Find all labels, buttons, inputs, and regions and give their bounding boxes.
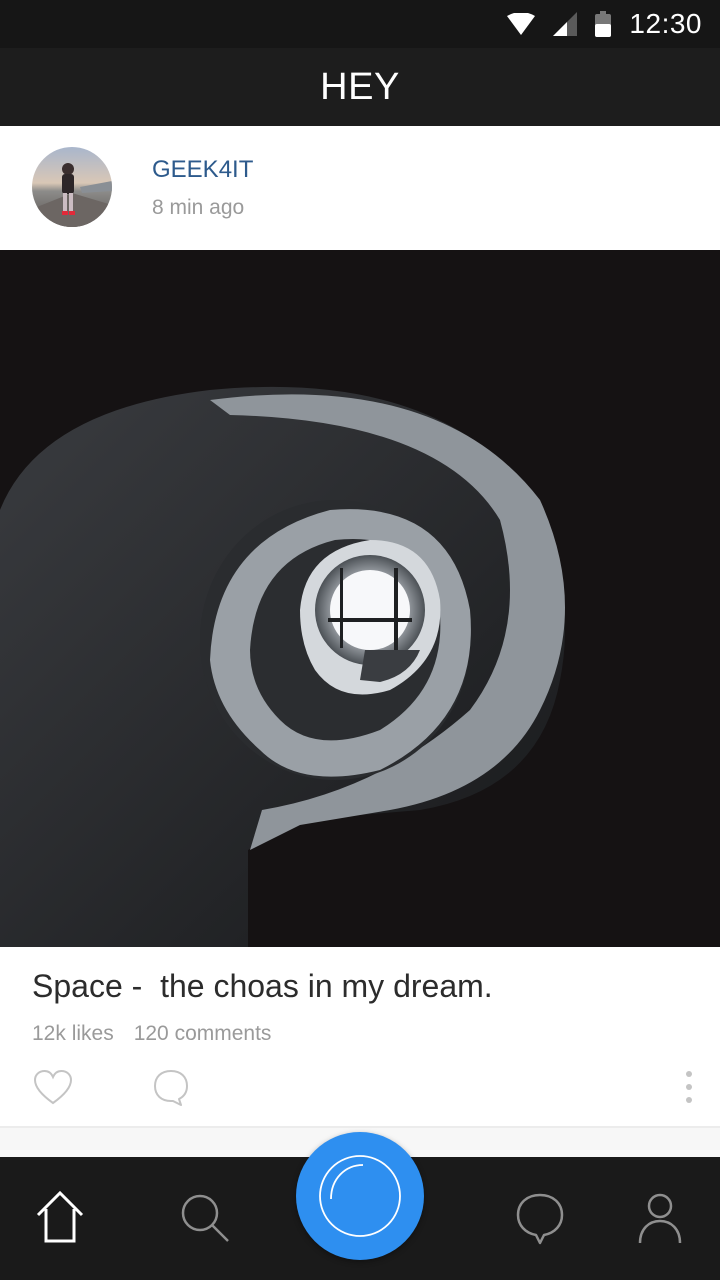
camera-button[interactable] <box>296 1132 424 1260</box>
like-button[interactable] <box>32 1066 74 1108</box>
comment-icon <box>154 1070 188 1106</box>
wifi-icon <box>507 13 536 35</box>
post-timestamp: 8 min ago <box>152 196 245 219</box>
post-actions <box>0 1066 720 1116</box>
nav-profile[interactable] <box>630 1187 690 1247</box>
chat-icon <box>516 1193 564 1245</box>
avatar[interactable] <box>32 147 112 227</box>
post-image[interactable] <box>0 250 720 947</box>
profile-icon <box>638 1193 682 1244</box>
more-vert-icon <box>686 1071 692 1103</box>
status-bar: 12:30 <box>0 0 720 48</box>
status-time: 12:30 <box>629 8 702 39</box>
comments-count[interactable]: 120 comments <box>134 1022 272 1046</box>
camera-icon <box>319 1155 401 1237</box>
post-caption: Space - the choas in my dream. <box>32 968 493 1004</box>
comment-button[interactable] <box>150 1066 192 1108</box>
nav-home[interactable] <box>30 1187 90 1247</box>
post-author[interactable]: GEEK4IT <box>152 156 253 184</box>
home-icon <box>36 1190 84 1243</box>
post-header: GEEK4IT 8 min ago <box>0 126 720 250</box>
battery-icon <box>595 11 612 37</box>
nav-chat[interactable] <box>510 1187 570 1247</box>
search-icon <box>181 1194 229 1242</box>
heart-icon <box>33 1069 73 1105</box>
cell-signal-icon <box>553 12 578 36</box>
app-title: HEY <box>320 65 400 108</box>
more-options-button[interactable] <box>672 1066 706 1108</box>
app-bar: HEY <box>0 48 720 126</box>
status-icons: 12:30 <box>507 0 702 48</box>
nav-search[interactable] <box>174 1187 234 1247</box>
post-stats: 12k likes 120 comments <box>32 1022 271 1046</box>
likes-count[interactable]: 12k likes <box>32 1022 114 1046</box>
